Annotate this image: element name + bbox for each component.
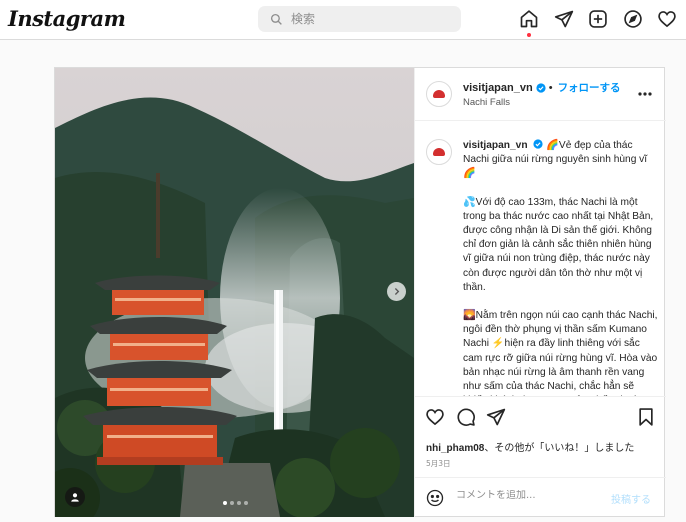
add-comment-bar: 投稿する	[415, 477, 666, 517]
save-button[interactable]	[636, 407, 656, 427]
post-header: visitjapan_vn • フォローする Nachi Falls	[415, 68, 666, 121]
search-box[interactable]	[258, 6, 461, 32]
post-date[interactable]: 5月3日	[426, 458, 451, 469]
explore-icon	[623, 10, 642, 28]
more-options-button[interactable]	[637, 86, 653, 102]
comment-input[interactable]	[456, 490, 596, 501]
comment-icon	[457, 408, 475, 426]
post-location[interactable]: Nachi Falls	[463, 97, 510, 108]
tagged-users-button[interactable]	[65, 487, 85, 507]
share-button[interactable]	[486, 407, 506, 427]
post-sidebar: visitjapan_vn • フォローする Nachi Falls visit…	[414, 68, 666, 517]
heart-icon	[426, 409, 444, 426]
post-card: visitjapan_vn • フォローする Nachi Falls visit…	[54, 67, 666, 517]
carousel-next-button[interactable]	[387, 282, 406, 301]
home-button[interactable]	[518, 8, 540, 37]
share-icon	[486, 408, 506, 426]
direct-message-icon	[554, 10, 573, 28]
carousel-indicator	[223, 501, 251, 505]
like-button[interactable]	[425, 407, 445, 427]
new-post-button[interactable]	[587, 8, 609, 30]
caption-paragraph: 💦Với độ cao 133m, thác Nachi là một tron…	[463, 196, 654, 293]
chevron-right-icon	[394, 288, 400, 295]
author-username[interactable]: visitjapan_vn	[463, 82, 533, 94]
verified-badge-icon	[536, 82, 546, 93]
post-comment-button[interactable]: 投稿する	[611, 491, 651, 506]
direct-message-button[interactable]	[553, 8, 575, 30]
search-icon	[270, 13, 282, 25]
likes-username[interactable]: nhi_pham08	[426, 443, 484, 454]
likes-text: 、その他が「いいね！」しました	[484, 443, 635, 454]
nachi-falls-photo	[55, 68, 414, 517]
search-input[interactable]	[291, 12, 441, 26]
activity-heart-icon	[658, 11, 676, 28]
home-icon	[520, 10, 538, 28]
post-caption: visitjapan_vn 🌈Vẻ đẹp của thác Nachi giữ…	[463, 139, 659, 396]
new-post-icon	[589, 10, 607, 28]
carousel-dot	[230, 501, 234, 505]
notification-dot	[527, 33, 531, 37]
bookmark-icon	[639, 408, 653, 426]
user-icon	[71, 493, 79, 502]
verified-badge-icon	[533, 139, 543, 149]
caption-scroll-area[interactable]: visitjapan_vn 🌈Vẻ đẹp của thác Nachi giữ…	[415, 122, 666, 396]
carousel-dot	[244, 501, 248, 505]
separator-dot: •	[548, 81, 553, 94]
carousel-dot	[223, 501, 227, 505]
caption-username[interactable]: visitjapan_vn	[463, 140, 528, 151]
more-horizontal-icon	[638, 92, 652, 96]
emoji-button[interactable]	[426, 489, 444, 507]
caption-avatar[interactable]	[426, 139, 452, 165]
explore-button[interactable]	[622, 8, 644, 30]
instagram-logo[interactable]: Instagram	[8, 6, 126, 31]
likes-summary[interactable]: nhi_pham08、その他が「いいね！」しました	[426, 439, 634, 454]
author-avatar[interactable]	[426, 81, 452, 107]
post-media[interactable]	[55, 68, 414, 517]
carousel-dot	[237, 501, 241, 505]
emoji-icon	[426, 489, 444, 507]
top-navigation-bar: Instagram	[0, 0, 686, 40]
post-actions: nhi_pham08、その他が「いいね！」しました 5月3日 投稿する	[415, 396, 666, 516]
follow-button[interactable]: フォローする	[558, 80, 621, 95]
comment-button[interactable]	[456, 407, 476, 427]
activity-button[interactable]	[656, 8, 678, 30]
caption-paragraph: 🌄Nằm trên ngọn núi cao cạnh thác Nachi, …	[463, 310, 658, 396]
